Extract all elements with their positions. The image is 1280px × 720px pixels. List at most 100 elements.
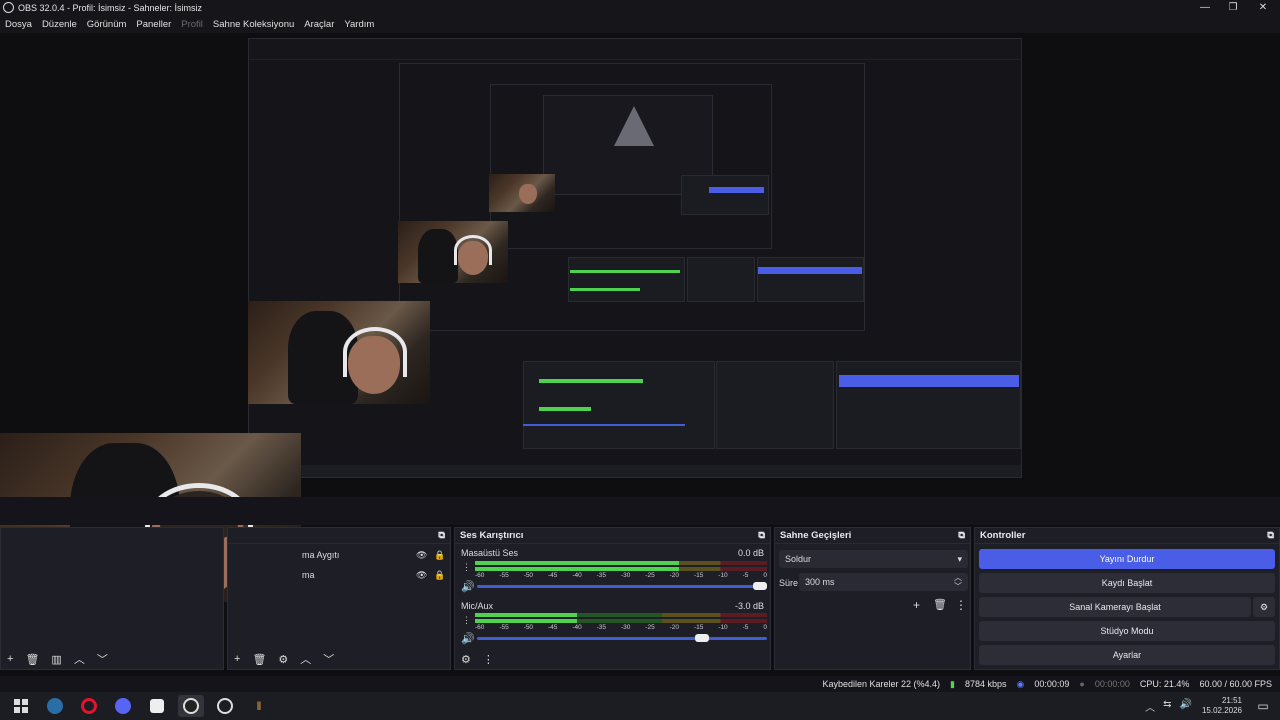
nested-capture-frame — [399, 63, 865, 331]
remove-scene-icon[interactable]: 🗑 — [25, 653, 39, 666]
network-icon[interactable]: ⇆ — [1163, 699, 1171, 714]
add-transition-icon[interactable]: + — [913, 598, 920, 612]
chevron-up-icon[interactable]: ︿ — [1145, 699, 1155, 714]
transitions-header: Sahne Geçişleri ⧉ — [775, 528, 970, 544]
kebab-menu-icon[interactable]: ⋮ — [483, 653, 494, 666]
virtual-camera-gear-icon[interactable]: ⚙ — [1253, 597, 1275, 617]
menu-bar: Dosya Düzenle Görünüm Paneller Profil Sa… — [0, 15, 1280, 33]
opera-icon[interactable] — [76, 695, 102, 717]
remove-source-icon[interactable]: 🗑 — [252, 653, 266, 666]
app-icon[interactable] — [212, 695, 238, 717]
notification-icon[interactable]: ▭ — [1250, 695, 1276, 717]
volume-slider[interactable] — [477, 634, 767, 642]
track-name: Masaüstü Ses — [461, 548, 519, 558]
kebab-menu-icon[interactable]: ⋮ — [462, 562, 471, 573]
source-row[interactable]: ma 👁 🔒 — [302, 570, 445, 581]
clock-date: 15.02.2026 — [1201, 706, 1242, 715]
nested-capture-frame-2 — [490, 84, 772, 249]
menu-duzenle[interactable]: Düzenle — [37, 19, 82, 30]
transition-selected: Soldur — [785, 554, 812, 564]
scenes-toolbar: + 🗑 ▥ ︿ ﹀ — [1, 649, 108, 669]
webcam-feed-5 — [489, 174, 555, 212]
meter-tick-label: -30 — [620, 572, 631, 579]
obs-taskbar-icon[interactable] — [178, 695, 204, 717]
meter-ticks: -60 -55 -50 -45 -40 -35 -30 -25 -20 -15 -10 -5 0 — [475, 624, 767, 631]
lock-icon[interactable]: 🔒 — [434, 570, 445, 581]
meter-tick-label: -55 — [499, 624, 509, 631]
spin-arrows-icon[interactable]: ︿ ﹀ — [954, 573, 962, 591]
windows-taskbar: ǁ ︿ ⇆ 🔊 21:51 15.02.2026 ▭ — [0, 692, 1280, 720]
menu-yardim[interactable]: Yardım — [339, 19, 379, 30]
nested-active-button — [709, 187, 764, 193]
dock-float-icon[interactable]: ⧉ — [958, 530, 965, 541]
add-scene-icon[interactable]: + — [7, 653, 13, 665]
duration-value: 300 ms — [805, 577, 835, 587]
menu-sahne-koleksiyonu[interactable]: Sahne Koleksiyonu — [208, 19, 299, 30]
nested-meter — [570, 270, 680, 273]
advanced-audio-icon[interactable]: ⚙ — [461, 653, 471, 666]
nested-menubar — [249, 49, 1021, 60]
speaker-icon[interactable]: 🔊 — [1180, 699, 1192, 714]
menu-profil[interactable]: Profil — [176, 19, 208, 30]
meter-tick-label: 0 — [763, 572, 767, 579]
stop-streaming-button[interactable]: Yayını Durdur — [979, 549, 1275, 569]
status-bar: Kaybedilen Kareler 22 (%4.4) ▮ 8784 kbps… — [0, 676, 1280, 692]
lock-icon[interactable]: 🔒 — [434, 550, 445, 561]
nested-controls-dock — [681, 175, 769, 215]
capcut-icon[interactable] — [144, 695, 170, 717]
steam-icon[interactable] — [42, 695, 68, 717]
eye-icon[interactable]: 👁 — [416, 570, 427, 581]
meter-tick-label: -10 — [718, 572, 728, 579]
kebab-menu-icon[interactable]: ⋮ — [955, 598, 967, 612]
close-button[interactable]: ✕ — [1246, 0, 1280, 15]
kebab-menu-icon[interactable]: ⋮ — [462, 615, 471, 626]
nested-l1-statusbar — [249, 452, 1021, 464]
meter-tick-label: -40 — [572, 624, 582, 631]
nested-titlebar — [249, 39, 1021, 49]
mixer-toolbar: ⚙ ⋮ — [455, 649, 494, 669]
recursive-pyramid — [614, 106, 654, 146]
remove-transition-icon[interactable]: 🗑 — [933, 598, 947, 611]
gear-icon[interactable]: ⚙ — [278, 653, 288, 666]
speaker-icon[interactable]: 🔊 — [461, 632, 475, 645]
menu-paneller[interactable]: Paneller — [131, 19, 176, 30]
dock-float-icon[interactable]: ⧉ — [1267, 530, 1274, 541]
meter-tick-label: -50 — [523, 572, 534, 579]
discord-icon[interactable] — [110, 695, 136, 717]
nested-l1-slider — [523, 424, 685, 426]
duration-spinbox[interactable]: 300 ms ︿ ﹀ — [799, 573, 968, 591]
volume-slider[interactable] — [477, 582, 767, 590]
add-source-icon[interactable]: + — [234, 653, 240, 665]
nested-l1-meter-2 — [539, 407, 591, 411]
windows-start-icon[interactable] — [8, 695, 34, 717]
filter-icon[interactable]: ▥ — [51, 653, 61, 666]
meter-tick-label: -5 — [742, 572, 749, 579]
move-down-icon[interactable]: ﹀ — [97, 651, 108, 667]
menu-araclar[interactable]: Araçlar — [299, 19, 339, 30]
eye-icon[interactable]: 👁 — [416, 550, 427, 561]
pen-app-icon[interactable]: ǁ — [246, 695, 272, 717]
dock-float-icon[interactable]: ⧉ — [438, 530, 445, 541]
volume-meter — [475, 619, 767, 623]
preview-canvas[interactable] — [0, 33, 1280, 602]
record-icon: ● — [1079, 679, 1085, 689]
settings-button[interactable]: Ayarlar — [979, 645, 1275, 665]
source-row[interactable]: ma Aygıtı 👁 🔒 — [302, 550, 445, 561]
clock[interactable]: 21:51 15.02.2026 — [1202, 696, 1242, 716]
volume-meter — [475, 561, 767, 565]
volume-meter — [475, 567, 767, 571]
start-recording-button[interactable]: Kaydı Başlat — [979, 573, 1275, 593]
dock-float-icon[interactable]: ⧉ — [758, 530, 765, 541]
menu-dosya[interactable]: Dosya — [0, 19, 37, 30]
transition-select[interactable]: Soldur ▾ — [779, 550, 968, 568]
studio-mode-button[interactable]: Stüdyo Modu — [979, 621, 1275, 641]
maximize-button[interactable]: ❐ — [1216, 0, 1250, 15]
move-down-icon[interactable]: ﹀ — [323, 651, 334, 667]
system-tray[interactable]: ︿ ⇆ 🔊 — [1145, 699, 1192, 714]
menu-gorunum[interactable]: Görünüm — [82, 19, 132, 30]
signal-icon: ▮ — [950, 678, 955, 689]
move-up-icon[interactable]: ︿ — [300, 651, 311, 667]
start-virtual-camera-button[interactable]: Sanal Kamerayı Başlat — [979, 597, 1251, 617]
speaker-icon[interactable]: 🔊 — [461, 580, 475, 593]
move-up-icon[interactable]: ︿ — [74, 651, 85, 667]
